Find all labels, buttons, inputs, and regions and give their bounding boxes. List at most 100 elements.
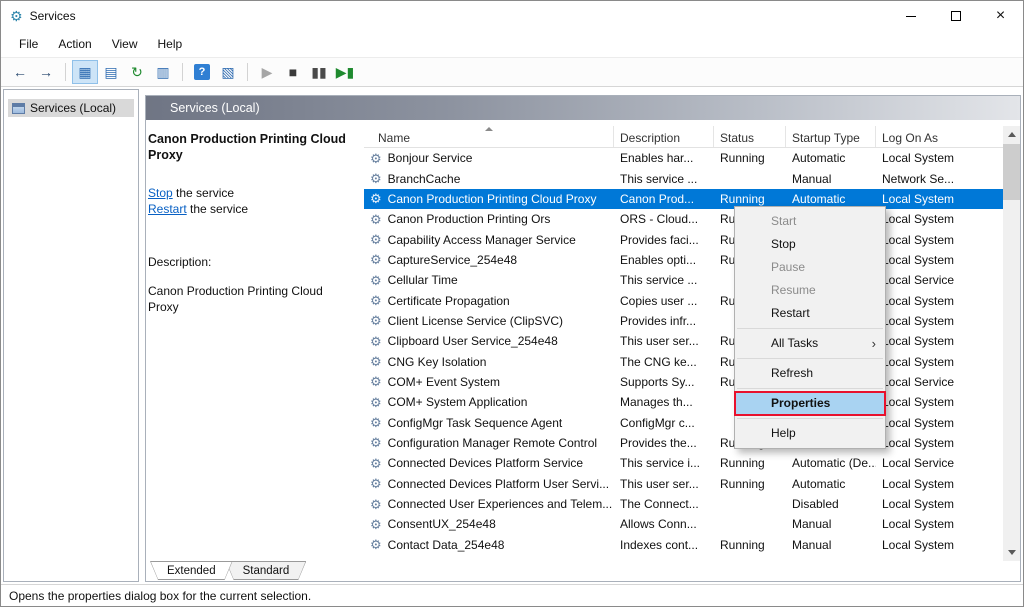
table-row[interactable]: ⚙Canon Production Printing OrsORS - Clou…	[364, 209, 1003, 229]
table-row[interactable]: ⚙Client License Service (ClipSVC)Provide…	[364, 311, 1003, 331]
table-row[interactable]: ⚙ConfigMgr Task Sequence AgentConfigMgr …	[364, 412, 1003, 432]
show-action-pane-button[interactable]: ▧	[215, 60, 241, 84]
service-name: Connected Devices Platform Service	[388, 456, 583, 470]
menu-file[interactable]: File	[9, 33, 48, 55]
table-row[interactable]: ⚙Bonjour ServiceEnables har...RunningAut…	[364, 148, 1003, 168]
table-row[interactable]: ⚙COM+ Event SystemSupports Sy...RunningL…	[364, 372, 1003, 392]
service-gear-icon: ⚙	[370, 477, 382, 490]
table-row[interactable]: ⚙ConsentUX_254e48Allows Conn...ManualLoc…	[364, 514, 1003, 534]
service-log-on-as: Local Service	[882, 375, 954, 389]
service-description: Enables har...	[620, 151, 693, 165]
table-row[interactable]: ⚙Cellular TimeThis service ...Local Serv…	[364, 270, 1003, 290]
menu-action[interactable]: Action	[48, 33, 101, 55]
table-row[interactable]: ⚙Capability Access Manager ServiceProvid…	[364, 229, 1003, 249]
service-name: COM+ System Application	[388, 395, 528, 409]
vertical-scrollbar[interactable]	[1003, 126, 1020, 561]
forward-button[interactable]: →	[33, 60, 59, 84]
table-row[interactable]: ⚙CNG Key IsolationThe CNG ke...RunningLo…	[364, 351, 1003, 371]
table-row[interactable]: ⚙Connected Devices Platform ServiceThis …	[364, 453, 1003, 473]
service-log-on-as: Local System	[882, 497, 954, 511]
menu-item-refresh[interactable]: Refresh	[735, 362, 885, 385]
column-header-description[interactable]: Description	[614, 126, 714, 147]
cell-name: ⚙Clipboard User Service_254e48	[364, 331, 614, 351]
service-gear-icon: ⚙	[370, 375, 382, 388]
cell-description: Copies user ...	[614, 290, 714, 310]
service-description: Copies user ...	[620, 294, 697, 308]
service-log-on-as: Local System	[882, 294, 954, 308]
service-name: Canon Production Printing Ors	[388, 212, 551, 226]
refresh-console-icon: ↻	[131, 65, 143, 79]
table-row[interactable]: ⚙Canon Production Printing Cloud ProxyCa…	[364, 189, 1003, 209]
service-log-on-as: Local Service	[882, 273, 954, 287]
tab-extended[interactable]: Extended	[150, 561, 233, 580]
stop-service-icon: ■	[289, 65, 297, 79]
table-row[interactable]: ⚙BranchCacheThis service ...ManualNetwor…	[364, 168, 1003, 188]
menu-item-label: All Tasks	[771, 336, 818, 350]
close-button[interactable]: ×	[978, 1, 1023, 31]
cell-status	[714, 168, 786, 188]
menu-item-label: Help	[771, 426, 796, 440]
scrollbar-thumb[interactable]	[1003, 144, 1020, 200]
cell-startup-type: Automatic	[786, 148, 876, 168]
help-button[interactable]: ?	[189, 60, 215, 84]
table-row[interactable]: ⚙Connected User Experiences and Telem...…	[364, 494, 1003, 514]
menu-item-resume[interactable]: Resume	[735, 279, 885, 302]
menu-separator	[737, 388, 883, 389]
service-action-links: Stop the service Restart the service	[148, 185, 348, 217]
pause-service-button[interactable]: ▮▮	[306, 60, 332, 84]
stop-link-suffix: the service	[173, 186, 234, 200]
table-row[interactable]: ⚙CaptureService_254e48Enables opti...Run…	[364, 250, 1003, 270]
menu-item-start[interactable]: Start	[735, 210, 885, 233]
scroll-up-button[interactable]	[1003, 126, 1020, 143]
table-row[interactable]: ⚙Contact Data_254e48Indexes cont...Runni…	[364, 535, 1003, 555]
cell-log-on-as: Local System	[876, 392, 1003, 412]
service-description: Manages th...	[620, 395, 693, 409]
cell-name: ⚙Configuration Manager Remote Control	[364, 433, 614, 453]
service-name: Connected User Experiences and Telem...	[388, 497, 613, 511]
menu-item-restart[interactable]: Restart	[735, 302, 885, 325]
tab-label: Standard	[227, 562, 306, 579]
properties-pane-button[interactable]: ▤	[98, 60, 124, 84]
context-menu: StartStopPauseResumeRestart All Tasks› Ref…	[734, 206, 886, 449]
show-console-tree-button[interactable]: ▦	[72, 60, 98, 84]
export-list-button[interactable]: ▥	[150, 60, 176, 84]
refresh-console-button[interactable]: ↻	[124, 60, 150, 84]
back-button[interactable]: ←	[7, 60, 33, 84]
tab-standard[interactable]: Standard	[226, 561, 307, 580]
services-panel: Services (Local) Canon Production Printi…	[145, 95, 1021, 582]
menu-view[interactable]: View	[102, 33, 148, 55]
column-header-status[interactable]: Status	[714, 126, 786, 147]
menu-item-all-tasks[interactable]: All Tasks›	[735, 332, 885, 355]
table-row[interactable]: ⚙Clipboard User Service_254e48This user …	[364, 331, 1003, 351]
service-gear-icon: ⚙	[370, 274, 382, 287]
restart-service-button[interactable]: ▶▮	[332, 60, 358, 84]
cell-description: ConfigMgr c...	[614, 412, 714, 432]
column-header-startup-type[interactable]: Startup Type	[786, 126, 876, 147]
cell-name: ⚙BranchCache	[364, 168, 614, 188]
cell-status: Running	[714, 535, 786, 555]
restart-service-line: Restart the service	[148, 201, 348, 217]
table-row[interactable]: ⚙Connected Devices Platform User Servi..…	[364, 474, 1003, 494]
scroll-down-button[interactable]	[1003, 544, 1020, 561]
maximize-button[interactable]	[933, 1, 978, 31]
restart-service-link[interactable]: Restart	[148, 202, 187, 216]
column-header-name[interactable]: Name	[364, 126, 614, 147]
cell-startup-type: Automatic	[786, 474, 876, 494]
stop-service-link[interactable]: Stop	[148, 186, 173, 200]
cell-description: This user ser...	[614, 331, 714, 351]
menu-item-stop[interactable]: Stop	[735, 233, 885, 256]
minimize-button[interactable]	[888, 1, 933, 31]
menu-item-properties[interactable]: Properties	[735, 392, 885, 415]
start-service-button[interactable]: ▶	[254, 60, 280, 84]
table-row[interactable]: ⚙Certificate PropagationCopies user ...R…	[364, 290, 1003, 310]
stop-service-button[interactable]: ■	[280, 60, 306, 84]
menu-item-help[interactable]: Help	[735, 422, 885, 445]
menu-help[interactable]: Help	[148, 33, 193, 55]
cell-log-on-as: Local System	[876, 474, 1003, 494]
menu-item-pause[interactable]: Pause	[735, 256, 885, 279]
table-row[interactable]: ⚙COM+ System ApplicationManages th...Loc…	[364, 392, 1003, 412]
table-row[interactable]: ⚙Configuration Manager Remote ControlPro…	[364, 433, 1003, 453]
show-action-pane-icon: ▧	[221, 65, 234, 79]
tree-item-services-local[interactable]: Services (Local)	[8, 99, 134, 117]
column-header-log-on-as[interactable]: Log On As	[876, 126, 1020, 147]
